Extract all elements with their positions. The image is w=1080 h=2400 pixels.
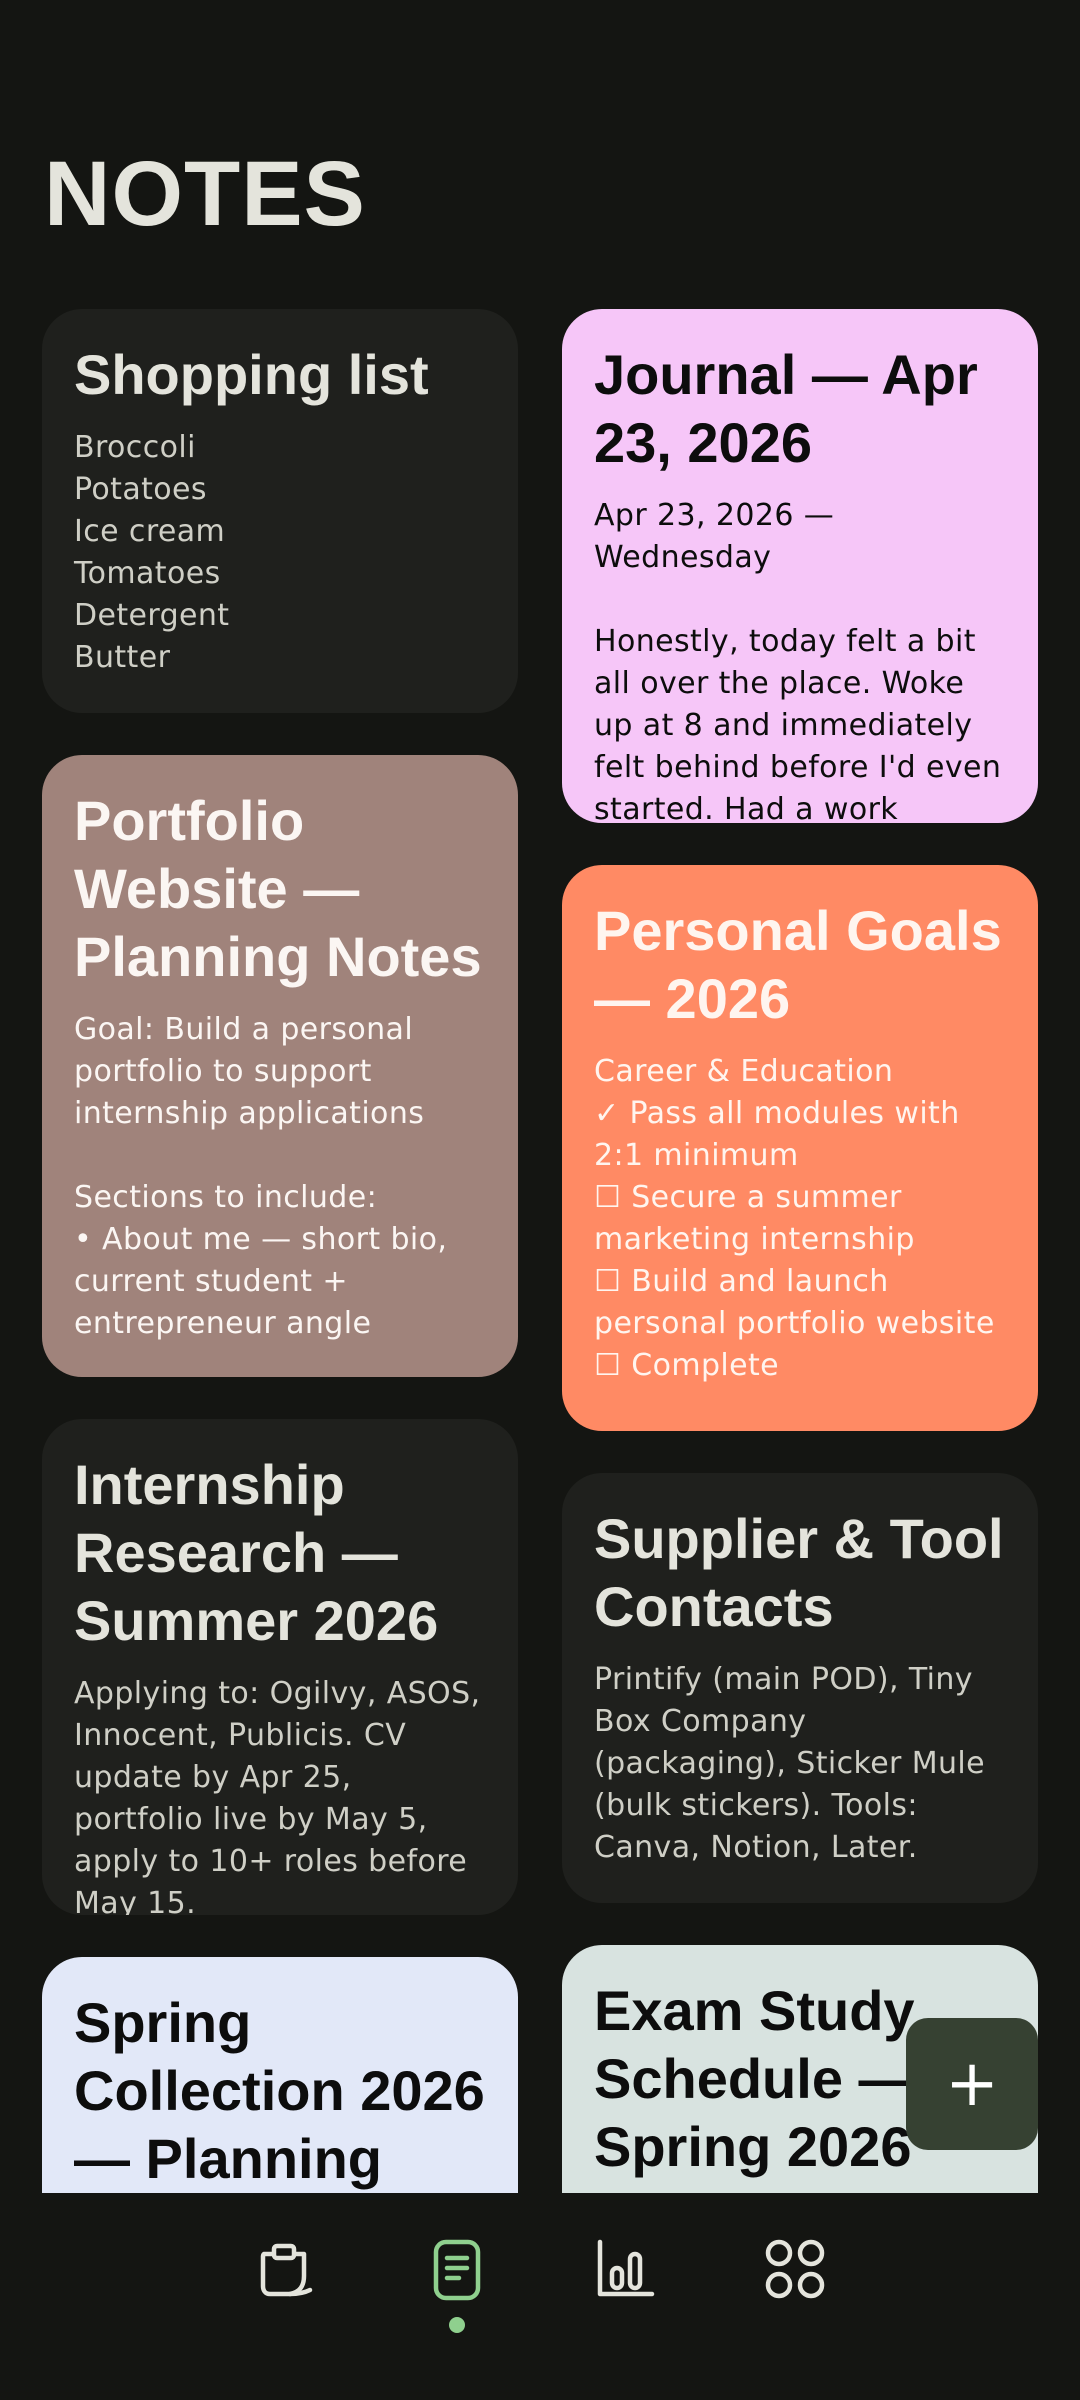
note-card-shopping-list[interactable]: Shopping list Broccoli Potatoes Ice crea…	[42, 309, 518, 713]
plus-icon: +	[945, 2047, 999, 2121]
note-body: Broccoli Potatoes Ice cream Tomatoes Det…	[74, 430, 230, 675]
notes-column-right: Journal — Apr 23, 2026 Apr 23, 2026 — We…	[562, 309, 1038, 2287]
nav-item-notes[interactable]	[417, 2231, 497, 2311]
note-card-portfolio-website[interactable]: Portfolio Website — Planning Notes Goal:…	[42, 755, 518, 1377]
note-body: Career & Education ✓ Pass all modules wi…	[594, 1054, 995, 1383]
note-card-internship-research[interactable]: Internship Research — Summer 2026 Applyi…	[42, 1419, 518, 1915]
notes-column-left: Shopping list Broccoli Potatoes Ice crea…	[42, 309, 518, 2299]
nav-item-stats[interactable]	[585, 2231, 665, 2311]
note-title: Personal Goals — 2026	[594, 899, 1002, 1030]
note-title: Spring Collection 2026 — Planning	[74, 1991, 485, 2190]
note-body: Printify (main POD), Tiny Box Company (p…	[594, 1662, 986, 1865]
note-body: Applying to: Ogilvy, ASOS, Innocent, Pub…	[74, 1676, 481, 1915]
note-body: Goal: Build a personal portfolio to supp…	[74, 1012, 448, 1341]
nav-item-clipboard[interactable]	[245, 2231, 325, 2311]
nav-item-apps[interactable]	[755, 2231, 835, 2311]
page-title: NOTES	[44, 143, 366, 245]
note-card-personal-goals[interactable]: Personal Goals — 2026 Career & Education…	[562, 865, 1038, 1431]
grid-icon	[760, 2234, 830, 2308]
add-note-button[interactable]: +	[906, 2018, 1038, 2150]
note-title: Portfolio Website — Planning Notes	[74, 789, 482, 988]
note-body: Apr 23, 2026 — Wednesday Honestly, today…	[594, 498, 1002, 823]
note-title: Journal — Apr 23, 2026	[594, 343, 978, 474]
note-title: Shopping list	[74, 343, 429, 406]
notes-icon	[422, 2234, 492, 2308]
note-title: Internship Research — Summer 2026	[74, 1453, 439, 1652]
bottom-navigation	[0, 2193, 1080, 2400]
chart-icon	[590, 2234, 660, 2308]
active-indicator-dot	[449, 2317, 465, 2333]
clipboard-icon	[250, 2234, 320, 2308]
note-title: Supplier & Tool Contacts	[594, 1507, 1004, 1638]
note-card-journal[interactable]: Journal — Apr 23, 2026 Apr 23, 2026 — We…	[562, 309, 1038, 823]
note-card-supplier-contacts[interactable]: Supplier & Tool Contacts Printify (main …	[562, 1473, 1038, 1903]
